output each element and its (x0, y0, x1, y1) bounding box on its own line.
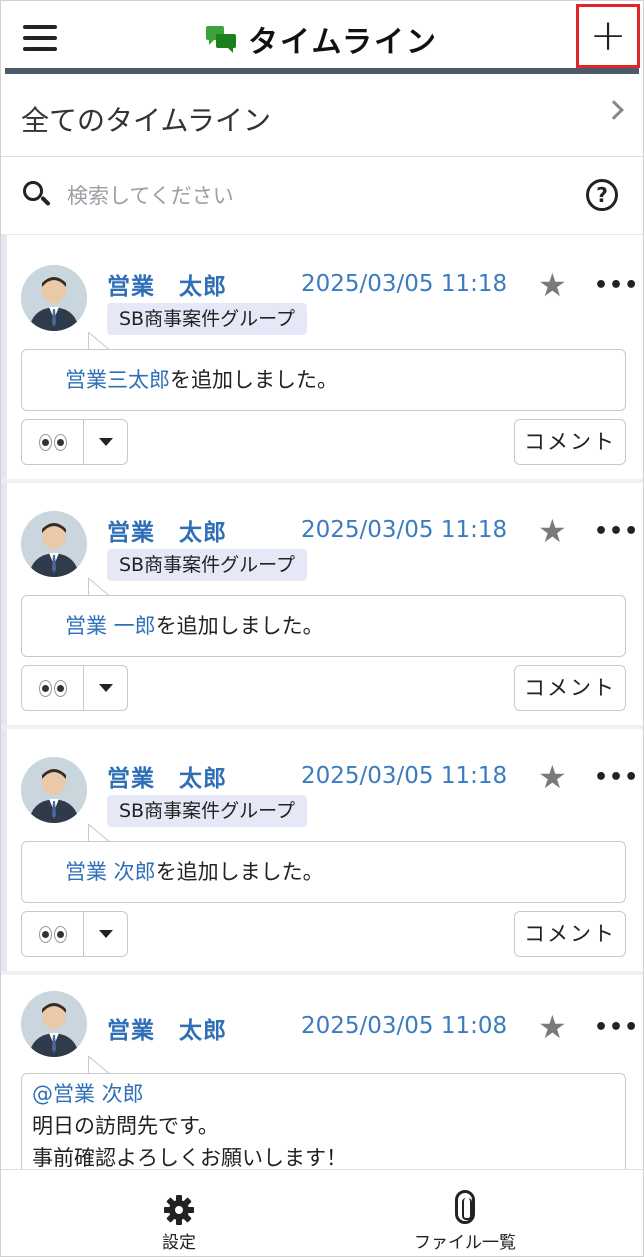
chevron-down-icon[interactable] (84, 420, 127, 464)
comment-button[interactable]: コメント (514, 665, 626, 711)
star-icon[interactable]: ★ (538, 269, 567, 301)
timeline-post: 営業 太郎 2025/03/05 11:18 ★ ••• SB商事案件グループ … (1, 483, 643, 725)
message-mention-line: @営業 次郎 (32, 1078, 615, 1110)
eyes-reaction-button[interactable] (22, 420, 84, 464)
avatar[interactable] (21, 991, 87, 1057)
post-accent-bar (1, 483, 7, 725)
message-suffix: を追加しました。 (170, 368, 338, 392)
timeline-post: 営業 太郎 2025/03/05 11:18 ★ ••• SB商事案件グループ … (1, 235, 643, 479)
message-line: 明日の訪問先です。 (32, 1114, 219, 1138)
post-date: 2025/03/05 11:18 (301, 763, 508, 789)
mention-link[interactable]: 営業 次郎 (65, 860, 156, 884)
gear-icon (164, 1195, 194, 1225)
eyes-reaction-button[interactable] (22, 666, 84, 710)
reaction-control (21, 911, 128, 957)
mention-link[interactable]: @営業 次郎 (32, 1082, 144, 1106)
search-input[interactable] (67, 179, 547, 213)
chevron-down-icon[interactable] (84, 912, 127, 956)
header-title-area: タイムライン (1, 17, 643, 61)
message-text: 営業三太郎を追加しました。 (32, 362, 615, 396)
comment-button[interactable]: コメント (514, 419, 626, 465)
group-tag[interactable]: SB商事案件グループ (107, 795, 307, 827)
header: タイムライン + (1, 1, 643, 74)
page-title: タイムライン (248, 25, 438, 60)
mention-link[interactable]: 営業三太郎 (65, 368, 170, 392)
post-date: 2025/03/05 11:08 (301, 1013, 508, 1039)
timeline-post: 営業 太郎 2025/03/05 11:18 ★ ••• SB商事案件グループ … (1, 729, 643, 971)
post-message: 営業 次郎を追加しました。 (21, 824, 626, 903)
mention-link[interactable]: 営業 一郎 (65, 614, 156, 638)
message-line: 事前確認よろしくお願いします！ (32, 1146, 347, 1169)
more-options-icon[interactable]: ••• (594, 275, 639, 297)
post-author[interactable]: 営業 太郎 (107, 267, 227, 301)
all-timelines-row[interactable]: 全てのタイムライン (1, 75, 643, 157)
post-author[interactable]: 営業 太郎 (107, 513, 227, 547)
post-accent-bar (1, 235, 7, 479)
avatar[interactable] (21, 757, 87, 823)
star-icon[interactable]: ★ (538, 761, 567, 793)
app-frame: タイムライン + 全てのタイムライン ? 営業 太郎 2025/03/05 11… (0, 0, 644, 1257)
bubble-tail (88, 578, 108, 596)
post-message: @営業 次郎 明日の訪問先です。 事前確認よろしくお願いします！ (21, 1056, 626, 1169)
message-suffix: を追加しました。 (155, 614, 324, 638)
reaction-control (21, 665, 128, 711)
chat-bubbles-icon (206, 24, 238, 54)
bubble-tail (88, 332, 108, 350)
help-icon[interactable]: ? (586, 179, 618, 211)
header-divider (5, 68, 639, 74)
bubble-tail (88, 1056, 108, 1074)
chevron-right-icon (604, 100, 624, 120)
search-icon (23, 181, 51, 209)
files-label: ファイル一覧 (414, 1233, 516, 1253)
avatar[interactable] (21, 265, 87, 331)
eyes-reaction-button[interactable] (22, 912, 84, 956)
star-icon[interactable]: ★ (538, 1011, 567, 1043)
message-text: 営業 一郎を追加しました。 (32, 608, 615, 642)
search-bar (1, 157, 643, 235)
reaction-control (21, 419, 128, 465)
comment-button[interactable]: コメント (514, 911, 626, 957)
timeline-post: 営業 太郎 2025/03/05 11:08 ★ ••• @営業 次郎 明日の訪… (1, 975, 643, 1169)
group-tag[interactable]: SB商事案件グループ (107, 549, 307, 581)
post-accent-bar (1, 729, 7, 971)
group-tag[interactable]: SB商事案件グループ (107, 303, 307, 335)
more-options-icon[interactable]: ••• (594, 521, 639, 543)
post-date: 2025/03/05 11:18 (301, 517, 508, 543)
plus-icon: + (589, 10, 627, 61)
all-timelines-label: 全てのタイムライン (21, 104, 272, 137)
post-date: 2025/03/05 11:18 (301, 271, 508, 297)
timeline-feed[interactable]: 営業 太郎 2025/03/05 11:18 ★ ••• SB商事案件グループ … (1, 235, 643, 1169)
bubble-tail (88, 824, 108, 842)
paperclip-icon (455, 1190, 475, 1224)
add-post-button[interactable]: + (576, 4, 640, 68)
avatar[interactable] (21, 511, 87, 577)
more-options-icon[interactable]: ••• (594, 767, 639, 789)
post-message: 営業 一郎を追加しました。 (21, 578, 626, 657)
post-author[interactable]: 営業 太郎 (107, 1011, 227, 1045)
message-text: 営業 次郎を追加しました。 (32, 854, 615, 888)
chevron-down-icon[interactable] (84, 666, 127, 710)
post-author[interactable]: 営業 太郎 (107, 759, 227, 793)
bottom-nav: 設定 ファイル一覧 (1, 1169, 643, 1256)
files-tab[interactable]: ファイル一覧 (287, 1170, 643, 1256)
message-suffix: を追加しました。 (155, 860, 324, 884)
star-icon[interactable]: ★ (538, 515, 567, 547)
post-message: 営業三太郎を追加しました。 (21, 332, 626, 411)
more-options-icon[interactable]: ••• (594, 1017, 639, 1039)
